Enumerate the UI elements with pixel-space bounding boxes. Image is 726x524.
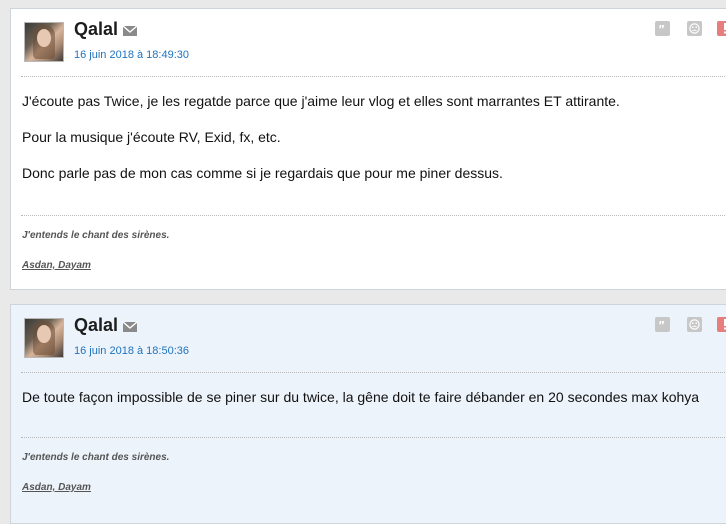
post-paragraph: Pour la musique j'écoute RV, Exid, fx, e… <box>22 129 281 145</box>
avatar[interactable] <box>24 318 64 358</box>
mail-icon[interactable] <box>123 322 137 332</box>
post-author[interactable]: Qalal <box>74 19 118 40</box>
post-content: De toute façon impossible de se piner su… <box>22 388 726 424</box>
header-separator <box>21 372 726 373</box>
post-date[interactable]: 16 juin 2018 à 18:49:30 <box>74 49 189 61</box>
post-paragraph: Donc parle pas de mon cas comme si je re… <box>22 165 503 181</box>
svg-text:”: ” <box>658 25 665 33</box>
signature-link[interactable]: Asdan, Dayam <box>22 260 91 271</box>
header-separator <box>21 76 726 77</box>
post-date[interactable]: 16 juin 2018 à 18:50:36 <box>74 345 189 357</box>
post-author[interactable]: Qalal <box>74 315 118 336</box>
post-paragraph: De toute façon impossible de se piner su… <box>22 389 700 405</box>
sad-icon[interactable] <box>687 21 702 36</box>
forum-post: Qalal 16 juin 2018 à 18:49:30 ” J'écoute… <box>10 8 726 290</box>
post-content: J'écoute pas Twice, je les regatde parce… <box>22 92 726 200</box>
sad-icon[interactable] <box>687 317 702 332</box>
signature-separator <box>21 437 726 438</box>
svg-text:”: ” <box>658 321 665 329</box>
avatar[interactable] <box>24 22 64 62</box>
signature-text: J'entends le chant des sirènes. <box>22 452 170 463</box>
quote-icon[interactable]: ” <box>655 21 670 36</box>
forum-post: Qalal 16 juin 2018 à 18:50:36 ” De toute… <box>10 304 726 524</box>
signature-text: J'entends le chant des sirènes. <box>22 230 170 241</box>
alert-icon[interactable] <box>717 317 726 332</box>
alert-icon[interactable] <box>717 21 726 36</box>
signature-link[interactable]: Asdan, Dayam <box>22 482 91 493</box>
post-paragraph: J'écoute pas Twice, je les regatde parce… <box>22 93 620 109</box>
mail-icon[interactable] <box>123 26 137 36</box>
quote-icon[interactable]: ” <box>655 317 670 332</box>
signature-separator <box>21 215 726 216</box>
